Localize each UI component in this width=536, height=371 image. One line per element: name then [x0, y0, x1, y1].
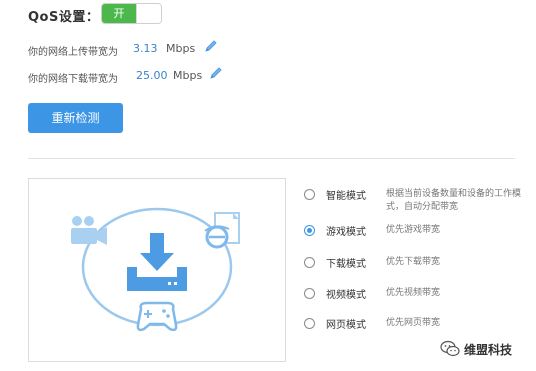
mode-description: 根据当前设备数量和设备的工作模式，自动分配带宽: [386, 189, 522, 212]
mode-description: 优先游戏带宽: [386, 225, 441, 235]
mode-name: 网页模式: [326, 320, 366, 331]
mode-description: 优先下载带宽: [386, 257, 441, 267]
mode-name: 游戏模式: [326, 227, 366, 238]
mode-description: 优先网页带宽: [386, 318, 441, 328]
mode-description: 优先视频带宽: [386, 288, 441, 298]
mode-illustration: [28, 178, 286, 362]
qos-toggle-on-label: 开: [102, 4, 136, 23]
qos-label: QoS设置：: [28, 10, 100, 25]
mode-radio-download[interactable]: [304, 257, 315, 268]
upload-value: 3.13: [133, 42, 158, 55]
wechat-icon: [440, 340, 460, 358]
upload-label: 你的网络上传带宽为: [28, 47, 118, 58]
edit-upload-pencil-icon[interactable]: [204, 39, 218, 53]
qos-settings-page: QoS设置： 开 你的网络上传带宽为 3.13 Mbps 你的网络下载带宽为 2…: [0, 0, 536, 371]
mode-name: 视频模式: [326, 290, 366, 301]
browser-ie-icon: [204, 212, 240, 249]
download-icon: [127, 233, 187, 291]
qos-toggle[interactable]: 开: [101, 3, 162, 24]
edit-download-pencil-icon[interactable]: [209, 66, 223, 80]
mode-name: 智能模式: [326, 191, 366, 202]
video-camera-icon: [71, 216, 107, 245]
mode-radio-video[interactable]: [304, 288, 315, 299]
download-label: 你的网络下载带宽为: [28, 74, 118, 85]
qos-toggle-knob: [136, 4, 161, 23]
mode-radio-web[interactable]: [304, 318, 315, 329]
mode-name: 下载模式: [326, 259, 366, 270]
mode-radio-smart[interactable]: [304, 189, 315, 200]
download-unit: Mbps: [173, 69, 203, 82]
mode-radio-game[interactable]: [304, 225, 315, 236]
redetect-button[interactable]: 重新检测: [28, 103, 123, 133]
download-value: 25.00: [136, 69, 168, 82]
upload-unit: Mbps: [166, 42, 196, 55]
watermark-text: 维盟科技: [464, 343, 513, 357]
section-divider: [28, 158, 515, 159]
